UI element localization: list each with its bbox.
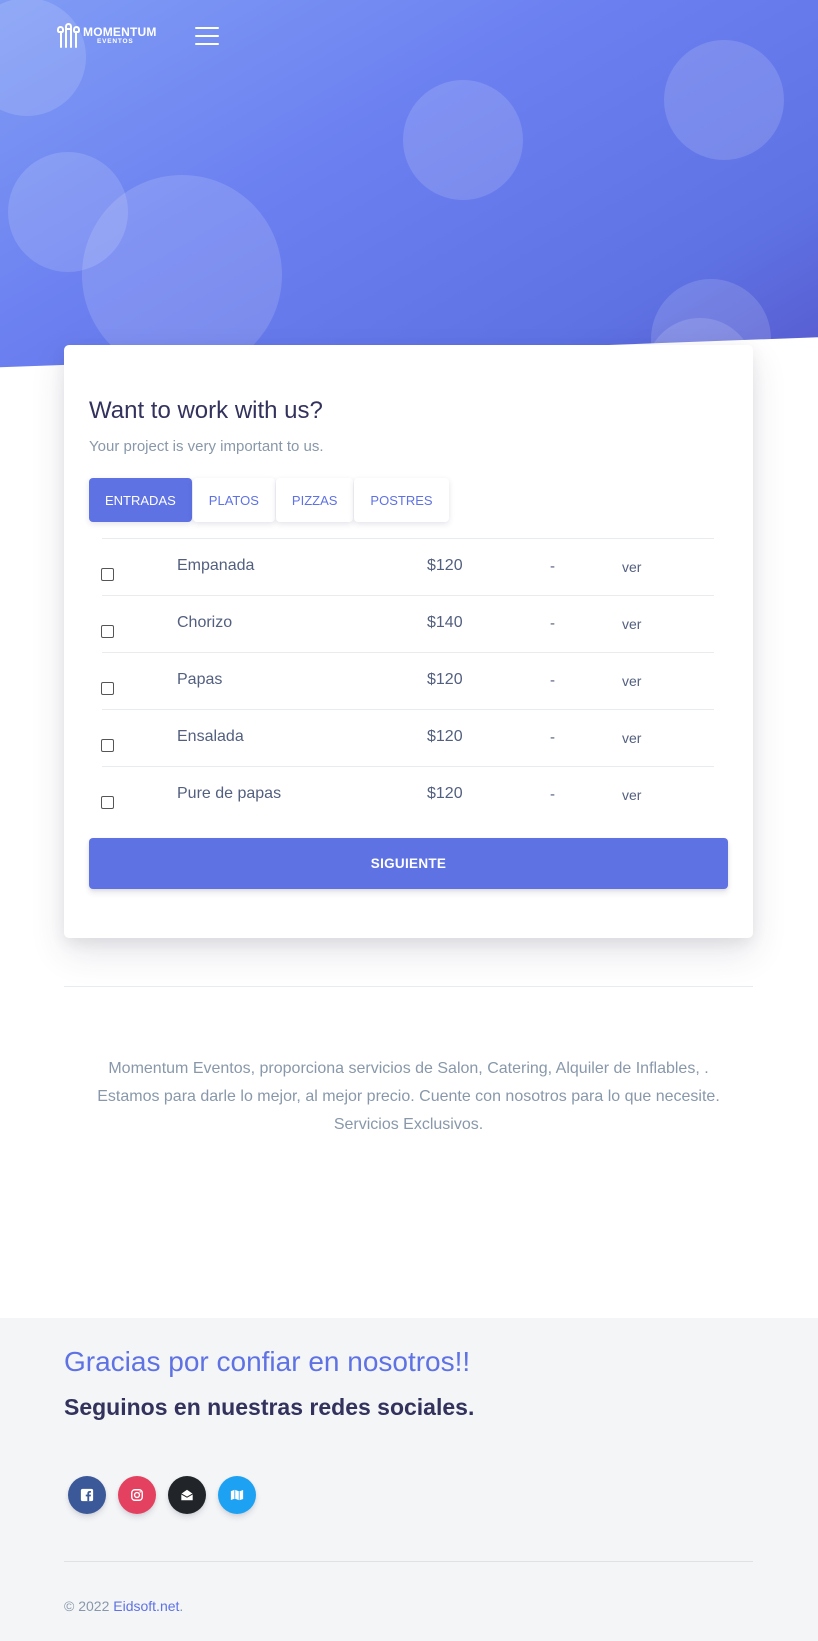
about-line: Momentum Eventos, proporciona servicios … (108, 1060, 709, 1077)
tab-platos[interactable]: PLATOS (192, 478, 275, 522)
decor-bubble (403, 80, 523, 200)
item-view-link[interactable]: ver (622, 730, 641, 746)
footer-thanks-heading: Gracias por confiar en nosotros!! (64, 1346, 471, 1377)
navbar: MOMENTUM EVENTOS (57, 23, 219, 48)
copyright: © 2022 Eidsoft.net. (64, 1598, 183, 1614)
item-checkbox[interactable] (101, 682, 114, 695)
item-view-link[interactable]: ver (622, 787, 641, 803)
table-row: Empanada $120 - ver (101, 538, 714, 595)
social-links (68, 1476, 268, 1514)
tab-postres[interactable]: POSTRES (354, 478, 449, 522)
instagram-icon (131, 1489, 143, 1501)
menu-card: Want to work with us? Your project is ve… (64, 345, 753, 938)
item-dash: - (550, 729, 555, 746)
envelope-open-icon (181, 1489, 193, 1501)
tab-pizzas[interactable]: PIZZAS (275, 478, 354, 522)
item-price: $120 (427, 785, 463, 802)
item-price: $120 (427, 557, 463, 574)
map-icon (230, 1489, 244, 1501)
item-dash: - (550, 672, 555, 689)
item-checkbox[interactable] (101, 625, 114, 638)
items-table: Empanada $120 - ver Chorizo $140 - ver P… (101, 538, 714, 823)
table-row: Ensalada $120 - ver (101, 709, 714, 766)
item-checkbox[interactable] (101, 568, 114, 581)
copyright-prefix: © 2022 (64, 1598, 114, 1614)
section-divider (64, 986, 753, 987)
card-title: Want to work with us? (89, 397, 323, 424)
table-row: Papas $120 - ver (101, 652, 714, 709)
footer: Gracias por confiar en nosotros!! Seguin… (0, 1318, 818, 1641)
table-row: Pure de papas $120 - ver (101, 766, 714, 823)
card-subtitle: Your project is very important to us. (89, 438, 324, 455)
item-dash: - (550, 615, 555, 632)
item-dash: - (550, 786, 555, 803)
item-view-link[interactable]: ver (622, 559, 641, 575)
email-button[interactable] (168, 1476, 206, 1514)
item-name: Ensalada (177, 728, 244, 745)
logo-icon (57, 23, 80, 48)
item-name: Pure de papas (177, 785, 282, 802)
tab-entradas[interactable]: ENTRADAS (89, 478, 192, 522)
item-price: $120 (427, 671, 463, 688)
instagram-button[interactable] (118, 1476, 156, 1514)
siguiente-button[interactable]: SIGUIENTE (89, 838, 728, 889)
item-checkbox[interactable] (101, 739, 114, 752)
about-line: Servicios Exclusivos. (333, 1116, 484, 1133)
item-view-link[interactable]: ver (622, 616, 641, 632)
copyright-suffix: . (179, 1598, 184, 1614)
item-name: Papas (177, 671, 223, 688)
brand-sub: EVENTOS (97, 38, 134, 46)
about-line: Estamos para darle lo mejor, al mejor pr… (97, 1088, 720, 1105)
hamburger-menu-icon[interactable] (194, 27, 219, 45)
brand-logo[interactable]: MOMENTUM EVENTOS (57, 23, 157, 48)
item-price: $120 (427, 728, 463, 745)
item-price: $140 (427, 614, 463, 631)
item-name: Chorizo (177, 614, 233, 631)
item-checkbox[interactable] (101, 796, 114, 809)
about-text: Momentum Eventos, proporciona servicios … (64, 1055, 753, 1139)
item-name: Empanada (177, 557, 255, 574)
footer-divider (64, 1561, 753, 1562)
facebook-icon (80, 1488, 94, 1502)
decor-bubble (0, 0, 86, 116)
item-view-link[interactable]: ver (622, 673, 641, 689)
decor-bubble (664, 40, 784, 160)
map-button[interactable] (218, 1476, 256, 1514)
item-dash: - (550, 558, 555, 575)
copyright-link[interactable]: Eidsoft.net (113, 1598, 179, 1614)
category-tabs: ENTRADAS PLATOS PIZZAS POSTRES (89, 478, 450, 522)
facebook-button[interactable] (68, 1476, 106, 1514)
brand-name: MOMENTUM (83, 25, 157, 40)
footer-follow-heading: Seguinos en nuestras redes sociales. (64, 1394, 475, 1420)
table-row: Chorizo $140 - ver (101, 595, 714, 652)
